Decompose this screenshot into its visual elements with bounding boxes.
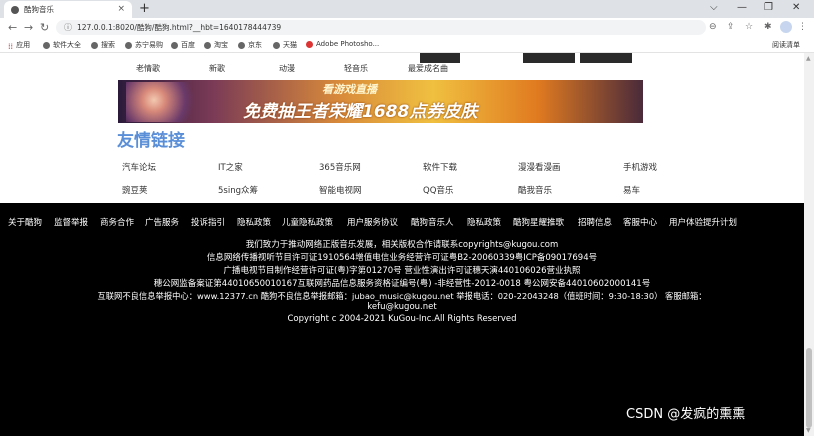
footer-link[interactable]: 用户服务协议 (347, 216, 398, 228)
bookmark-icon (91, 41, 98, 49)
bookmark-icon (273, 41, 280, 49)
footer-copyright: Copyright c 2004-2021 KuGou-Inc.All Righ… (287, 314, 517, 324)
tab-close-icon[interactable]: × (117, 4, 125, 14)
bookmark-item[interactable]: 软件大全 (43, 40, 81, 50)
friend-link[interactable]: 漫漫看漫画 (518, 161, 561, 173)
footer-link[interactable]: 客服中心 (623, 216, 657, 228)
zoom-icon[interactable]: ⊖ (709, 22, 717, 32)
site-footer: 关于酷狗 监督举报 商务合作 广告服务 投诉指引 隐私政策 儿童隐私政策 用户服… (0, 203, 804, 436)
maximize-button[interactable]: ❐ (764, 2, 773, 13)
album-thumbnail[interactable] (580, 53, 632, 63)
friend-link[interactable]: 智能电视网 (319, 184, 362, 196)
friend-link[interactable]: 易车 (623, 184, 640, 196)
page-content: 老情歌 新歌 动漫 轻音乐 最爱成名曲 看游戏直播 免费抽王者荣耀1688点券皮… (0, 53, 804, 436)
footer-license-line: 穗公网监备案证第44010650010167互联网药品信息服务资格证编号(粤) … (153, 279, 651, 289)
game-character-image (126, 82, 206, 122)
address-bar[interactable]: ⓘ 127.0.0.1:8020/酷狗/酷狗.html?__hbt=164017… (56, 20, 706, 35)
profile-avatar[interactable] (780, 21, 792, 33)
footer-link[interactable]: 商务合作 (100, 216, 134, 228)
bookmark-icon (125, 41, 132, 49)
bookmark-item[interactable]: 淘宝 (204, 40, 228, 50)
friend-link[interactable]: QQ音乐 (423, 184, 453, 196)
csdn-watermark: CSDN @发疯的熏熏 (626, 407, 746, 422)
close-window-button[interactable]: ✕ (792, 2, 800, 13)
adobe-icon (306, 40, 313, 48)
footer-link[interactable]: 酷狗音乐人 (411, 216, 454, 228)
back-button[interactable]: ← (8, 21, 17, 34)
category-link[interactable]: 新歌 (209, 63, 225, 74)
banner-line2: 免费抽王者荣耀1688点券皮肤 (243, 102, 478, 122)
footer-license-line: 信息网络传播视听节目许可证1910564增值电信业务经营许可证粤B2-20060… (206, 253, 598, 263)
category-link[interactable]: 老情歌 (136, 63, 160, 74)
footer-email: kefu@kugou.net (367, 302, 437, 312)
footer-link[interactable]: 广告服务 (145, 216, 179, 228)
friend-link[interactable]: 手机游戏 (623, 161, 657, 173)
category-link[interactable]: 动漫 (279, 63, 295, 74)
category-link[interactable]: 轻音乐 (344, 63, 368, 74)
footer-link[interactable]: 招聘信息 (578, 216, 612, 228)
bookmark-icon (204, 41, 211, 49)
tab-title: 酷狗音乐 (24, 5, 54, 14)
bookmark-item[interactable]: Adobe Photosho... (306, 40, 379, 48)
browser-title-bar: 酷狗音乐 × + ⌵ — ❐ ✕ (0, 0, 814, 18)
reload-button[interactable]: ↻ (40, 21, 49, 34)
bookmark-icon (171, 41, 178, 49)
footer-link[interactable]: 投诉指引 (191, 216, 225, 228)
category-link[interactable]: 最爱成名曲 (408, 63, 448, 74)
footer-report-line: 互联网不良信息举报中心：www.12377.cn 酷狗不良信息举报邮箱：juba… (97, 291, 707, 301)
friend-link[interactable]: 豌豆荚 (122, 184, 148, 196)
browser-tab[interactable]: 酷狗音乐 × (4, 1, 132, 18)
footer-link[interactable]: 隐私政策 (237, 216, 271, 228)
friend-link[interactable]: 酷我音乐 (518, 184, 552, 196)
footer-link[interactable]: 用户体验提升计划 (669, 216, 737, 228)
promo-banner[interactable]: 看游戏直播 免费抽王者荣耀1688点券皮肤 (118, 80, 643, 123)
bookmark-item[interactable]: 苏宁易购 (125, 40, 163, 50)
album-thumbnails (420, 53, 650, 65)
friend-link[interactable]: 软件下载 (423, 161, 457, 173)
url-text[interactable]: 127.0.0.1:8020/酷狗/酷狗.html?__hbt=16401784… (77, 22, 281, 33)
friend-link[interactable]: IT之家 (218, 161, 243, 173)
share-icon[interactable]: ⇪ (727, 22, 735, 32)
bookmark-item[interactable]: 天猫 (273, 40, 297, 50)
bookmark-item[interactable]: 京东 (238, 40, 262, 50)
apps-grid-icon: ⁞⁞ (8, 41, 14, 51)
new-tab-button[interactable]: + (139, 1, 150, 16)
scrollbar-thumb[interactable] (806, 348, 812, 428)
bookmark-apps[interactable]: ⁞⁞ 应用 (8, 40, 30, 51)
album-thumbnail[interactable] (420, 53, 460, 63)
footer-link[interactable]: 监督举报 (54, 216, 88, 228)
bookmark-icon (43, 41, 50, 49)
friend-link[interactable]: 5sing众筹 (218, 184, 258, 196)
extensions-icon[interactable]: ✱ (764, 22, 772, 32)
tab-favicon-icon (11, 5, 19, 14)
bookmark-icon (238, 41, 245, 49)
minimize-button[interactable]: — (737, 2, 747, 13)
menu-icon[interactable]: ⋮ (798, 22, 807, 32)
friend-links-title: 友情链接 (117, 131, 185, 151)
footer-link[interactable]: 酷狗星耀推歌 (513, 216, 564, 228)
footer-link[interactable]: 关于酷狗 (8, 216, 42, 228)
address-toolbar: ← → ↻ ⓘ 127.0.0.1:8020/酷狗/酷狗.html?__hbt=… (0, 18, 814, 38)
footer-link[interactable]: 隐私政策 (467, 216, 501, 228)
scroll-up-icon[interactable]: ▲ (806, 55, 811, 62)
footer-license-line: 广播电视节目制作经营许可证(粤)字第01270号 营业性演出许可证穗天演4401… (223, 266, 581, 276)
reading-list-button[interactable]: 阅读清单 (772, 40, 800, 50)
banner-line1: 看游戏直播 (322, 83, 377, 96)
page-scrollbar[interactable]: ▲ ▼ (804, 53, 814, 436)
site-info-icon[interactable]: ⓘ (64, 22, 72, 33)
tab-search-icon[interactable]: ⌵ (710, 2, 718, 13)
forward-button[interactable]: → (24, 21, 33, 34)
bookmark-item[interactable]: 百度 (171, 40, 195, 50)
bookmark-star-icon[interactable]: ☆ (745, 22, 753, 32)
friend-link[interactable]: 汽车论坛 (122, 161, 156, 173)
scroll-down-icon[interactable]: ▼ (806, 427, 811, 434)
footer-link[interactable]: 儿童隐私政策 (282, 216, 333, 228)
album-thumbnail[interactable] (523, 53, 575, 63)
footer-copyright-contact: 我们致力于推动网络正版音乐发展，相关版权合作请联系copyrights@kugo… (245, 240, 559, 250)
friend-link[interactable]: 365音乐网 (319, 161, 361, 173)
bookmark-item[interactable]: 搜索 (91, 40, 115, 50)
bookmarks-bar: ⁞⁞ 应用 软件大全 搜索 苏宁易购 百度 淘宝 京东 天猫 Adobe Phot… (0, 38, 814, 53)
